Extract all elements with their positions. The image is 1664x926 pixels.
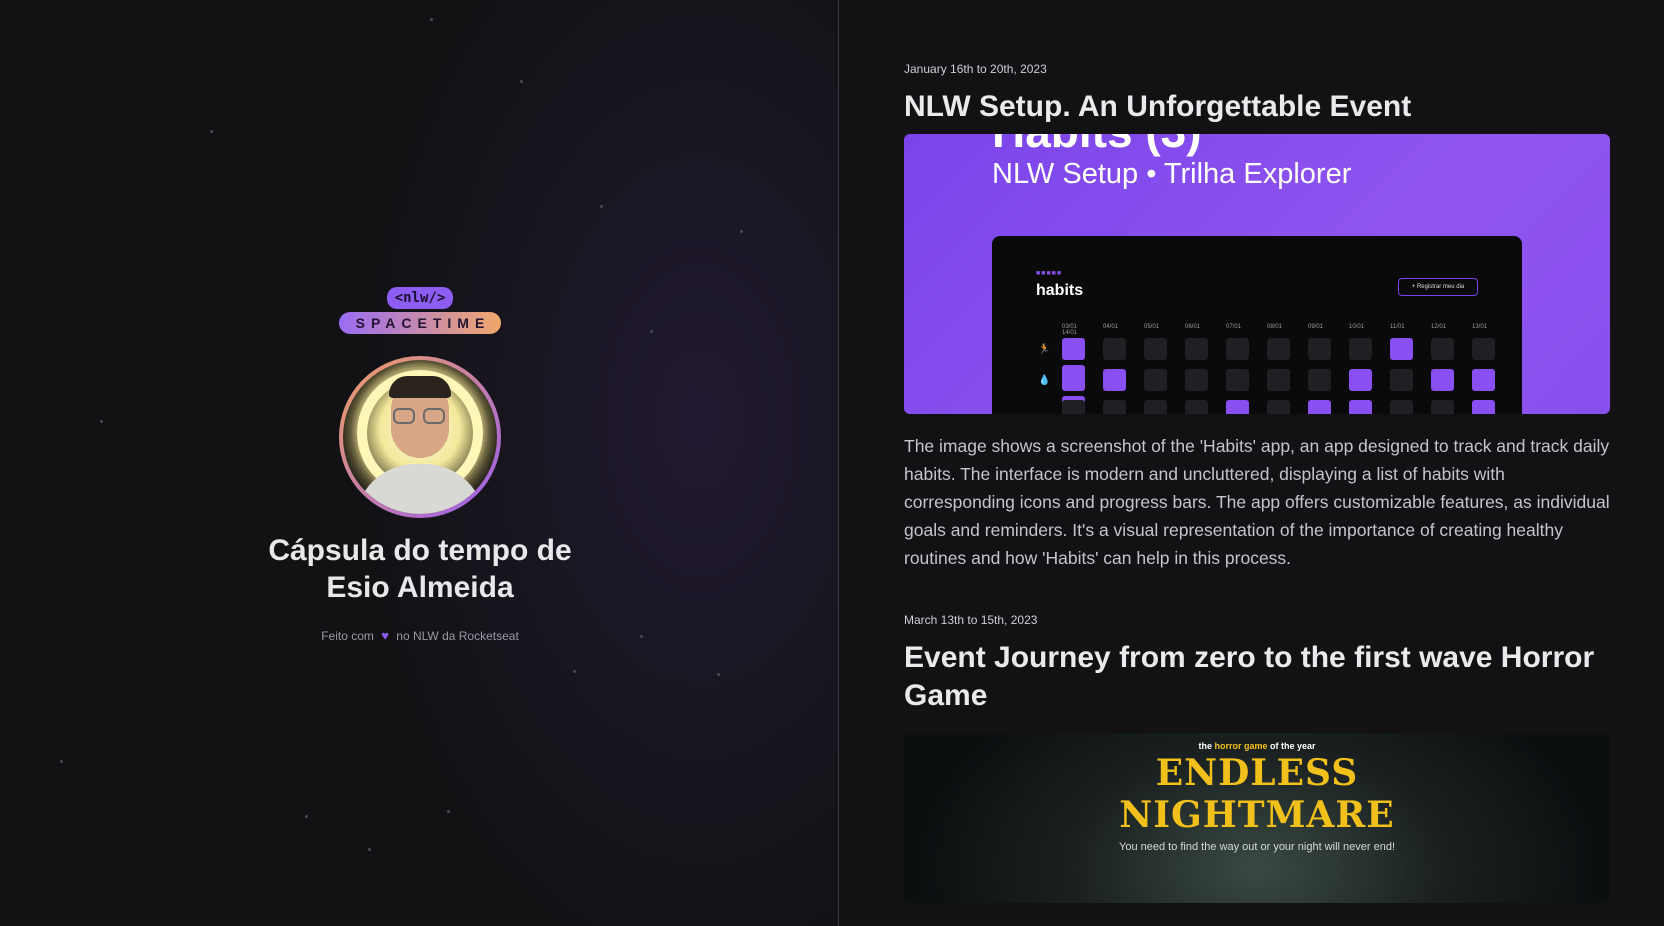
game-tagline: You need to find the way out or your nig… [1119,841,1395,853]
habit-row [1062,338,1522,387]
avatar [339,356,501,518]
kicker-highlight: horror game [1214,741,1268,751]
game-title-line1: ENDLESS [1155,752,1359,794]
memory-entry: January 16th to 20th, 2023 NLW Setup. An… [904,62,1610,572]
habit-row [1062,369,1522,414]
habits-app-preview: ■■■■■ habits + Registrar meu dia 03/01 04… [992,236,1522,414]
memory-description: The image shows a screenshot of the 'Hab… [904,436,1610,568]
capsule-title-line: Cápsula do tempo de [268,534,572,567]
owner-name: Esio Almeida [326,571,514,604]
day-label: 14/01 [1062,330,1078,336]
day-label: 04/01 [1103,324,1119,330]
day-label: 07/01 [1226,324,1242,330]
kicker-before: the [1198,741,1212,751]
water-drop-icon: 💧 [1038,375,1051,386]
kicker-after: of the year [1270,741,1316,751]
day-label: 10/01 [1349,324,1365,330]
credit-line: Feito com ♥ no NLW da Rocketseat [200,628,640,643]
day-label: 09/01 [1308,324,1324,330]
habit-row [1062,400,1522,414]
running-icon: 🏃 [1038,344,1051,355]
memory-title: NLW Setup. An Unforgettable Event [904,90,1412,123]
memory-title: Event Journey from zero to the first wav… [904,641,1595,712]
day-label: 12/01 [1431,324,1447,330]
memory-date: March 13th to 15th, 2023 [904,613,1038,627]
spacetime-wordmark: SPACETIME [339,312,501,334]
memory-date: January 16th to 20th, 2023 [904,62,1047,76]
day-label: 06/01 [1185,324,1201,330]
register-day-button: + Registrar meu dia [1398,278,1478,296]
memories-feed[interactable]: January 16th to 20th, 2023 NLW Setup. An… [840,0,1664,926]
cover-ghost-title: Habits (3) [992,134,1202,158]
habits-app-title: habits [1036,282,1084,299]
day-label: 13/01 [1472,324,1488,330]
game-title-line2: NIGHTMARE [1119,794,1395,836]
memory-cover-image: Habits (3) NLW Setup • Trilha Explorer ■… [904,134,1610,414]
cover-kicker: the horror game of the year [904,741,1610,751]
memory-entry: March 13th to 15th, 2023 Event Journey f… [904,613,1610,903]
credit-text-before: Feito com [321,629,374,643]
capsule-title: Cápsula do tempo de Esio Almeida [200,532,640,606]
habits-logo-dots: ■■■■■ [1036,270,1063,277]
day-label: 05/01 [1144,324,1160,330]
credit-text-after: no NLW da Rocketseat [396,629,519,643]
habits-days-header: 03/01 04/01 05/01 06/01 07/01 08/01 09/01 10/01… [1062,324,1522,336]
spacetime-logo: <nlw/> SPACETIME [339,287,501,334]
day-label: 11/01 [1390,324,1405,330]
nlw-tag: <nlw/> [386,287,454,309]
cover-subtitle: NLW Setup • Trilha Explorer [992,158,1352,190]
day-label: 08/01 [1267,324,1283,330]
heart-icon: ♥ [381,628,389,643]
profile-panel: <nlw/> SPACETIME Cápsula do tempo de Esi… [0,0,839,926]
memory-cover-image: the horror game of the year ENDLESS NIGH… [904,733,1610,903]
